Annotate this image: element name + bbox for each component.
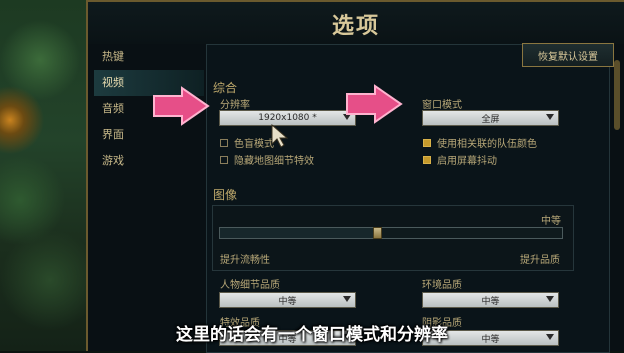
graphics-quality-slider[interactable] [219,227,563,239]
colorblind-mode-label: 色盲模式 [234,139,274,150]
graphics-heading: 图像 [213,188,238,202]
team-colors-row[interactable]: 使用相关联的队伍颜色 [423,135,537,150]
video-subtitle: 这里的话会有一个窗口模式和分辨率 [176,325,448,345]
chevron-down-icon [546,114,554,120]
slider-handle[interactable] [373,227,382,239]
chevron-down-icon [343,296,351,302]
window-title: 选项 [331,14,380,39]
window-mode-value: 全屏 [481,114,500,125]
team-colors-checkbox[interactable] [423,138,431,147]
chevron-down-icon [546,296,554,302]
character-quality-select[interactable]: 中等 [219,292,356,308]
mouse-cursor-icon [271,124,288,148]
quality-caption: 提升品质 [520,255,560,266]
screen-shake-checkbox[interactable] [423,155,431,164]
character-quality-label: 人物细节品质 [220,280,280,291]
hide-map-effects-label: 隐藏地图细节特效 [234,156,314,167]
annotation-arrow-icon [346,84,403,124]
nav-item-hotkeys[interactable]: 热键 [94,44,204,70]
title-bar: 选项 [88,2,624,44]
character-quality-value: 中等 [278,296,297,307]
resolution-label: 分辨率 [220,100,250,111]
window-mode-select[interactable]: 全屏 [422,110,559,126]
colorblind-mode-checkbox[interactable] [220,138,228,147]
game-background [0,0,90,351]
team-colors-label: 使用相关联的队伍颜色 [437,139,537,150]
screen-shake-row[interactable]: 启用屏幕抖动 [423,152,497,167]
environment-quality-select[interactable]: 中等 [422,292,559,308]
content-scrollbar[interactable] [614,60,620,130]
colorblind-mode-row[interactable]: 色盲模式 [220,135,274,150]
restore-defaults-button[interactable]: 恢复默认设置 [522,43,614,67]
hide-map-effects-row[interactable]: 隐藏地图细节特效 [220,152,314,167]
smoothness-caption: 提升流畅性 [220,255,270,266]
window-mode-label: 窗口模式 [422,100,462,111]
annotation-arrow-icon [153,86,210,126]
environment-quality-value: 中等 [481,296,500,307]
graphics-level-label: 中等 [541,216,561,227]
slider-fill [220,228,373,238]
hide-map-effects-checkbox[interactable] [220,155,228,164]
nav-item-game[interactable]: 游戏 [94,148,204,174]
resolution-value: 1920x1080 * [258,113,317,123]
environment-quality-label: 环境品质 [422,280,462,291]
screen-shake-label: 启用屏幕抖动 [437,156,497,167]
general-heading: 综合 [213,81,238,95]
